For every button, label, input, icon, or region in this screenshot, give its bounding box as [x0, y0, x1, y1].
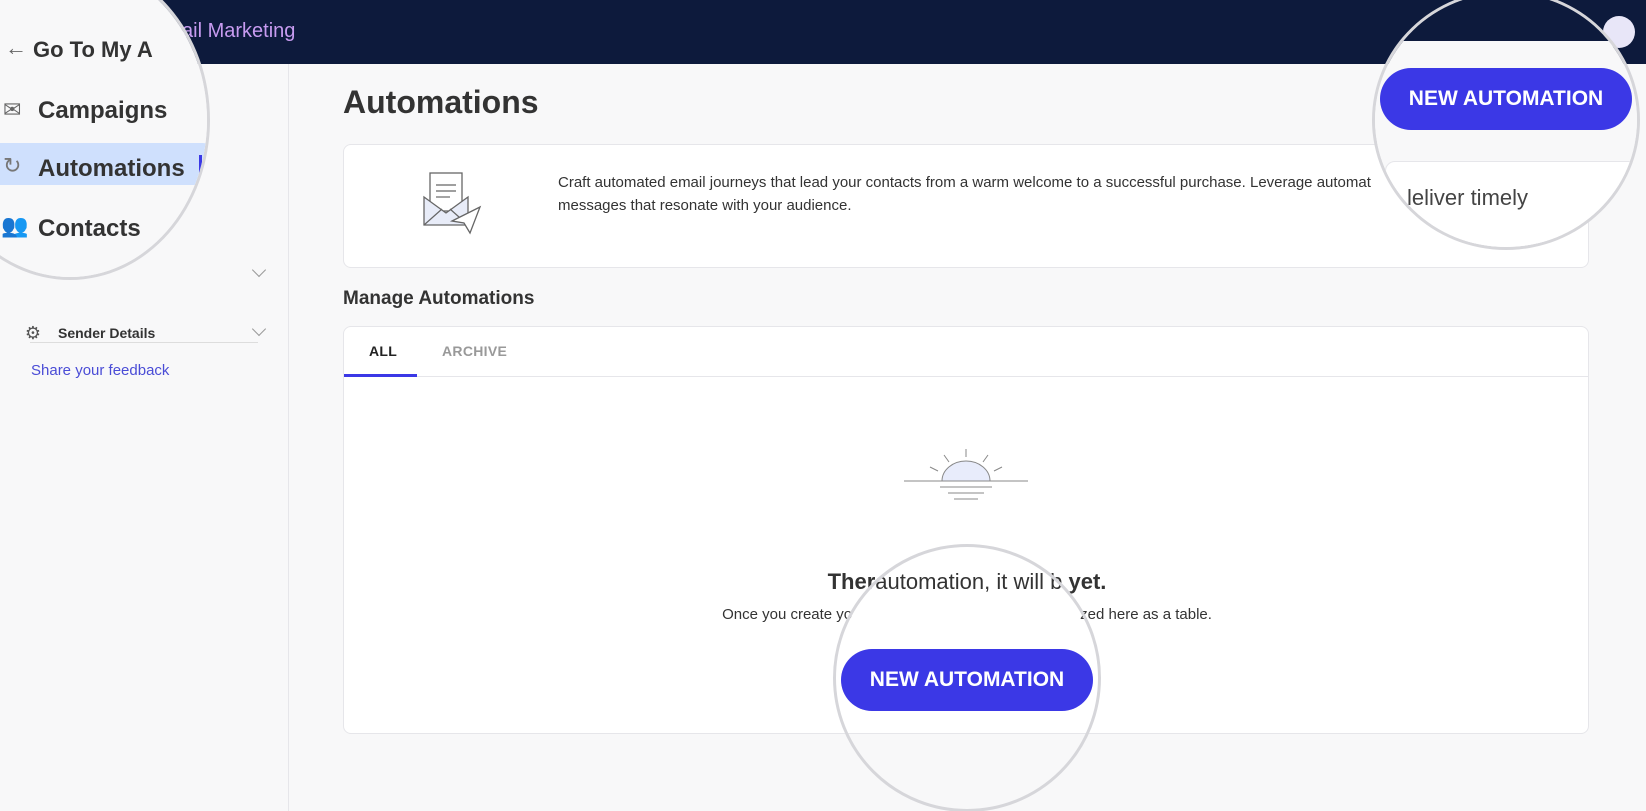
empty-title-middle: automation, it will b: [875, 569, 1063, 594]
top-bar: Email Marketing: [0, 0, 1646, 64]
automations-card: ALL ARCHIVE Therautomation, it will b ye…: [343, 326, 1589, 734]
envelope-paper-plane-icon: [423, 172, 482, 235]
empty-subtitle-left: Once you create yo: [722, 606, 853, 623]
sidebar-item-contacts-shadow[interactable]: [0, 253, 278, 295]
share-feedback-link[interactable]: Share your feedback: [31, 362, 169, 379]
user-avatar[interactable]: [1603, 16, 1635, 48]
tab-archive[interactable]: ARCHIVE: [442, 343, 507, 359]
topbar-divider: [138, 18, 139, 46]
empty-state-subtitle: Once you create yo zed here as a table.: [344, 606, 1590, 623]
info-description-line1: Craft automated email journeys that lead…: [558, 174, 1371, 191]
brand-logo[interactable]: [12, 20, 34, 42]
new-automation-button[interactable]: NEW AUTOMATION: [1380, 68, 1632, 130]
empty-state-title: Therautomation, it will b yet.: [344, 569, 1590, 595]
sidebar-item-sender-details[interactable]: ⚙ Sender Details: [0, 312, 278, 354]
info-description: Craft automated email journeys that lead…: [558, 171, 1388, 217]
new-automation-button-empty[interactable]: NEW AUTOMATION: [841, 649, 1093, 711]
gear-icon: ⚙: [24, 323, 42, 343]
page-title: Automations: [343, 84, 539, 120]
sidebar: ⚙ Sender Details Share your feedback: [0, 64, 289, 811]
tab-all[interactable]: ALL: [369, 343, 397, 359]
info-card: Craft automated email journeys that lead…: [343, 144, 1589, 268]
section-title: Manage Automations: [343, 288, 535, 309]
info-description-line2: messages that resonate with your audienc…: [558, 197, 852, 214]
chevron-down-icon[interactable]: [251, 321, 267, 337]
active-tab-indicator: [344, 374, 417, 377]
empty-subtitle-right: zed here as a table.: [1080, 606, 1212, 623]
sidebar-item-label: Sender Details: [58, 325, 156, 341]
sunrise-illustration: [904, 449, 1028, 500]
chevron-down-icon[interactable]: [251, 262, 267, 278]
tab-bar: ALL ARCHIVE: [344, 327, 1588, 377]
sidebar-divider: [30, 342, 258, 343]
empty-title-right: yet.: [1068, 569, 1107, 594]
brand-logo-tail: [118, 20, 124, 38]
product-name: Email Marketing: [152, 20, 296, 42]
empty-title-left: Ther: [827, 569, 876, 594]
